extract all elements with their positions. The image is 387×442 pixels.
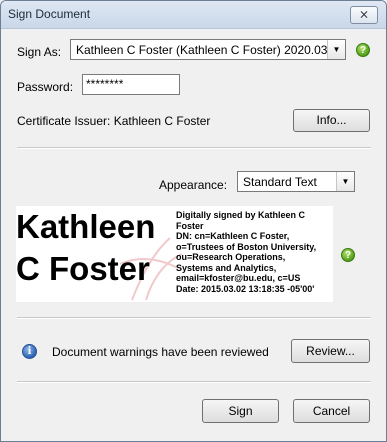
appearance-help-icon[interactable]: ?	[341, 248, 355, 262]
certificate-issuer-text: Certificate Issuer: Kathleen C Foster	[17, 114, 211, 128]
signature-preview: Kathleen C Foster Digitally signed by Ka…	[16, 206, 333, 302]
review-button[interactable]: Review...	[291, 339, 370, 363]
close-icon: ⨯	[358, 7, 370, 21]
chevron-down-icon: ▼	[336, 172, 354, 191]
signature-name-line-1: Kathleen	[16, 208, 156, 245]
sign-as-help-icon[interactable]: ?	[356, 43, 370, 57]
signature-detail-line: Digitally signed by Kathleen C	[176, 210, 306, 220]
password-value: ********	[86, 77, 124, 91]
signature-detail-line: email=kfoster@bu.edu, c=US	[176, 273, 301, 283]
signature-detail-line: ou=Research Operations,	[176, 252, 286, 262]
signature-detail-line: o=Trustees of Boston University,	[176, 241, 317, 252]
appearance-value: Standard Text	[243, 175, 317, 189]
close-button[interactable]: ⨯	[350, 6, 378, 24]
separator-2	[17, 317, 371, 319]
sign-document-dialog: Sign Document ⨯ Sign As: Kathleen C Fost…	[0, 0, 387, 442]
info-button[interactable]: Info...	[293, 109, 370, 132]
separator-3	[17, 381, 371, 383]
password-field[interactable]: ********	[82, 74, 180, 95]
appearance-dropdown[interactable]: Standard Text ▼	[237, 171, 355, 192]
sign-as-value: Kathleen C Foster (Kathleen C Foster) 20…	[76, 43, 328, 57]
cancel-button[interactable]: Cancel	[293, 399, 370, 423]
sign-as-label: Sign As:	[17, 45, 62, 59]
sign-as-dropdown[interactable]: Kathleen C Foster (Kathleen C Foster) 20…	[70, 39, 346, 60]
title-bar: Sign Document ⨯	[1, 1, 386, 29]
sign-button[interactable]: Sign	[202, 399, 279, 423]
dialog-title: Sign Document	[8, 7, 91, 21]
separator-1	[17, 147, 371, 149]
signature-name-line-2: C Foster	[16, 250, 150, 287]
warnings-text: Document warnings have been reviewed	[52, 345, 269, 359]
info-icon: i	[22, 344, 37, 359]
signature-detail-line: Systems and Analytics,	[176, 262, 277, 273]
signature-detail-line: DN: cn=Kathleen C Foster,	[176, 231, 290, 241]
chevron-down-icon: ▼	[327, 40, 345, 59]
appearance-label: Appearance:	[159, 178, 228, 192]
signature-detail-line: Foster	[176, 220, 204, 231]
signature-details: Digitally signed by Kathleen C Foster DN…	[176, 210, 334, 294]
password-label: Password:	[17, 80, 74, 94]
signature-detail-line: Date: 2015.03.02 13:18:35 -05'00'	[176, 283, 315, 294]
